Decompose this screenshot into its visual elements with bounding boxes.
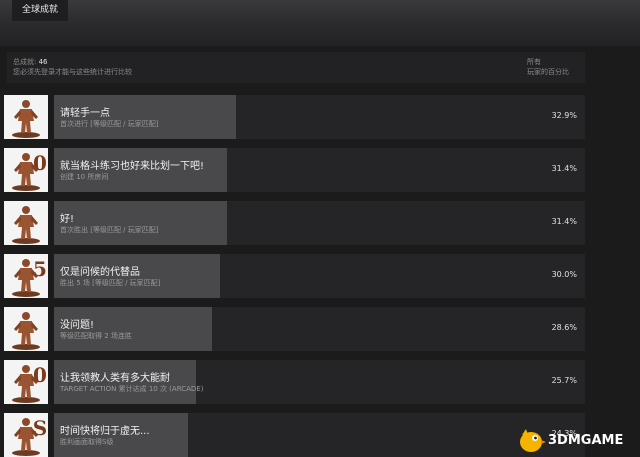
achievement-title: 时间快将归于虚无... <box>60 426 150 437</box>
fighter-figure-icon: 0 <box>4 148 48 192</box>
unlock-percent-bar <box>54 201 227 245</box>
achievement-icon: 0 <box>4 148 48 192</box>
achievement-description: 胜出 5 场 [等级匹配 / 玩家匹配] <box>60 279 161 287</box>
achievement-icon: S <box>4 413 48 457</box>
achievement-percent: 30.0% <box>551 270 577 279</box>
total-label: 总成就: <box>13 58 37 66</box>
fighter-figure-icon: S <box>4 413 48 457</box>
svg-text:S: S <box>33 416 47 440</box>
achievement-icon <box>4 95 48 139</box>
achievement-description: 胜利画面取得S级 <box>60 438 114 446</box>
achievement-row[interactable]: 没问题! 等级匹配取得 2 场连胜 28.6% <box>4 307 585 351</box>
achievement-description: 等级匹配取得 2 场连胜 <box>60 332 132 340</box>
watermark-text: 3DMGAME <box>548 433 624 448</box>
achievement-title: 仅是问候的代替品 <box>60 267 140 278</box>
fighter-figure-icon <box>4 307 48 351</box>
summary-right: 所有 玩家的百分比 <box>527 57 569 77</box>
achievement-row[interactable]: 0 就当格斗练习也好来比划一下吧! 创建 10 所房间 31.4% <box>4 148 585 192</box>
fighter-figure-icon: 0 <box>4 360 48 404</box>
achievement-title: 就当格斗练习也好来比划一下吧! <box>60 161 205 172</box>
svg-text:5: 5 <box>33 257 47 281</box>
achievement-percent: 32.9% <box>551 111 577 120</box>
svg-text:0: 0 <box>33 363 47 387</box>
achievement-row[interactable]: 好! 首次胜出 [等级匹配 / 玩家匹配] 31.4% <box>4 201 585 245</box>
fighter-figure-icon <box>4 95 48 139</box>
summary-panel: 总成就: 46 您必须先登录才能与这些统计进行比较 所有 玩家的百分比 <box>7 52 585 83</box>
achievement-icon <box>4 201 48 245</box>
achievement-title: 请轻手一点 <box>60 108 110 119</box>
achievement-title: 没问题! <box>60 320 95 331</box>
achievement-row[interactable]: S 时间快将归于虚无... 胜利画面取得S级 24.3% <box>4 413 585 457</box>
bird-logo-icon <box>520 429 546 452</box>
top-bar <box>0 0 640 46</box>
achievement-row[interactable]: 5 仅是问候的代替品 胜出 5 场 [等级匹配 / 玩家匹配] 30.0% <box>4 254 585 298</box>
fighter-figure-icon <box>4 201 48 245</box>
summary-note: 您必须先登录才能与这些统计进行比较 <box>13 68 132 76</box>
achievement-percent: 31.4% <box>551 164 577 173</box>
achievement-title: 让我领教人类有多大能耐 <box>60 373 170 384</box>
tab-global-achievements[interactable]: 全球成就 <box>12 0 68 21</box>
achievement-title: 好! <box>60 214 75 225</box>
percent-header-line2: 玩家的百分比 <box>527 68 569 76</box>
achievement-icon <box>4 307 48 351</box>
percent-header-line1: 所有 <box>527 58 541 66</box>
svg-text:0: 0 <box>33 151 47 175</box>
total-value: 46 <box>38 58 48 66</box>
achievement-percent: 25.7% <box>551 376 577 385</box>
achievement-percent: 28.6% <box>551 323 577 332</box>
achievement-description: 创建 10 所房间 <box>60 173 109 181</box>
achievement-description: 首次进行 [等级匹配 / 玩家匹配] <box>60 120 159 128</box>
achievement-percent: 31.4% <box>551 217 577 226</box>
achievement-description: TARGET ACTION 累计达成 10 次 (ARCADE) <box>60 385 204 393</box>
achievement-row[interactable]: 0 让我领教人类有多大能耐 TARGET ACTION 累计达成 10 次 (ARC… <box>4 360 585 404</box>
achievement-description: 首次胜出 [等级匹配 / 玩家匹配] <box>60 226 159 234</box>
achievement-icon: 0 <box>4 360 48 404</box>
fighter-figure-icon: 5 <box>4 254 48 298</box>
achievement-icon: 5 <box>4 254 48 298</box>
achievement-row[interactable]: 请轻手一点 首次进行 [等级匹配 / 玩家匹配] 32.9% <box>4 95 585 139</box>
summary-left: 总成就: 46 您必须先登录才能与这些统计进行比较 <box>13 57 132 77</box>
